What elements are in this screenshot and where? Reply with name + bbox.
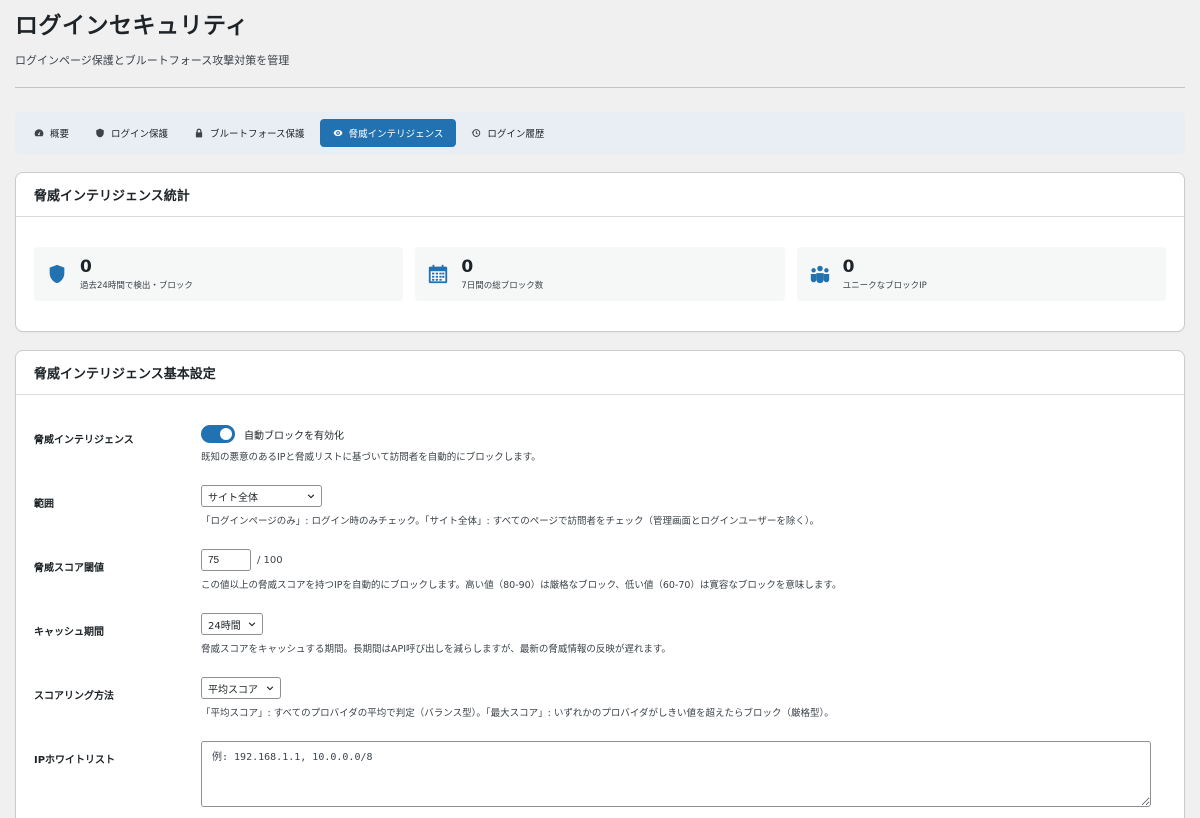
settings-form: 脅威インテリジェンス 自動ブロックを有効化 既知の悪意のあるIPと脅威リストに基… xyxy=(16,395,1184,811)
ip-whitelist-textarea[interactable] xyxy=(201,741,1151,807)
stat-label: ユニークなブロックIP xyxy=(842,280,927,291)
setting-row-scope: 範囲 サイト全体 「ログインページのみ」: ログイン時のみチェック。「サイト全体… xyxy=(34,485,1166,527)
divider xyxy=(15,87,1185,88)
tab-label: 概要 xyxy=(50,129,70,140)
eye-icon xyxy=(333,128,343,138)
page: ログインセキュリティ ログインページ保護とブルートフォース攻撃対策を管理 概要 … xyxy=(0,0,1200,818)
shield-icon xyxy=(95,128,105,138)
stats-card-title: 脅威インテリジェンス統計 xyxy=(16,173,1184,217)
field-label: スコアリング方法 xyxy=(34,691,114,702)
groups-icon xyxy=(809,263,831,285)
field-description: 既知の悪意のあるIPと脅威リストに基づいて訪問者を自動的にブロックします。 xyxy=(201,452,541,463)
setting-row-threat-intel: 脅威インテリジェンス 自動ブロックを有効化 既知の悪意のあるIPと脅威リストに基… xyxy=(34,421,1166,463)
select-value: 平均スコア xyxy=(208,684,258,696)
toggle-label: 自動ブロックを有効化 xyxy=(244,430,344,442)
settings-card: 脅威インテリジェンス基本設定 脅威インテリジェンス 自動ブロックを有効化 既知の… xyxy=(15,350,1185,818)
page-title: ログインセキュリティ xyxy=(15,13,249,39)
history-icon xyxy=(471,128,481,138)
tab-label: ログイン履歴 xyxy=(487,129,545,140)
field-label: キャッシュ期間 xyxy=(34,627,104,638)
chevron-down-icon xyxy=(266,686,274,691)
stat-label: 過去24時間で検出・ブロック xyxy=(80,280,193,291)
tab-bar: 概要 ログイン保護 ブルートフォース保護 脅威インテリジェンス ログイン履歴 xyxy=(15,112,1185,154)
chevron-down-icon xyxy=(248,622,256,627)
toggle-knob xyxy=(220,428,232,440)
field-description: 「ログインページのみ」: ログイン時のみチェック。「サイト全体」: すべてのペー… xyxy=(201,516,820,527)
shield-icon xyxy=(46,263,68,285)
auto-block-toggle[interactable] xyxy=(201,425,235,443)
select-value: サイト全体 xyxy=(208,492,258,504)
cache-duration-select[interactable]: 24時間 xyxy=(201,613,263,635)
select-value: 24時間 xyxy=(208,620,241,632)
tab-threat-intelligence[interactable]: 脅威インテリジェンス xyxy=(319,119,457,147)
threshold-suffix: / 100 xyxy=(257,554,283,566)
dashboard-icon xyxy=(34,128,44,138)
tab-login-protection[interactable]: ログイン保護 xyxy=(84,119,179,147)
stat-blocked-24h: 0 過去24時間で検出・ブロック xyxy=(34,247,404,301)
scope-select[interactable]: サイト全体 xyxy=(201,485,322,507)
tab-label: ログイン保護 xyxy=(111,129,169,140)
tab-login-history[interactable]: ログイン履歴 xyxy=(460,119,555,147)
stat-value: 0 xyxy=(461,256,474,277)
stat-unique-ips: 0 ユニークなブロックIP xyxy=(796,247,1166,301)
stat-blocked-7d: 0 7日間の総ブロック数 xyxy=(415,247,785,301)
chevron-down-icon xyxy=(307,494,315,499)
stat-label: 7日間の総ブロック数 xyxy=(461,280,544,291)
lock-icon xyxy=(194,128,204,138)
setting-row-threshold: 脅威スコア閾値 / 100 この値以上の脅威スコアを持つIPを自動的にブロックし… xyxy=(34,549,1166,591)
page-subtitle: ログインページ保護とブルートフォース攻撃対策を管理 xyxy=(15,54,290,67)
tab-overview[interactable]: 概要 xyxy=(23,119,80,147)
scoring-method-select[interactable]: 平均スコア xyxy=(201,677,281,699)
field-description: この値以上の脅威スコアを持つIPを自動的にブロックします。高い値（80-90）は… xyxy=(201,580,842,591)
tab-brute-force[interactable]: ブルートフォース保護 xyxy=(183,119,316,147)
field-description: 脅威スコアをキャッシュする期間。長期間はAPI呼び出しを減らしますが、最新の脅威… xyxy=(201,644,671,655)
tab-label: 脅威インテリジェンス xyxy=(348,129,444,140)
stat-value: 0 xyxy=(80,256,92,277)
field-label: IPホワイトリスト xyxy=(34,755,116,766)
setting-row-cache: キャッシュ期間 24時間 脅威スコアをキャッシュする期間。長期間はAPI呼び出し… xyxy=(34,613,1166,655)
stats-card: 脅威インテリジェンス統計 0 過去24時間で検出・ブロック 0 7日間の総ブロッ… xyxy=(15,172,1185,332)
stat-value: 0 xyxy=(842,256,855,277)
tab-label: ブルートフォース保護 xyxy=(210,129,305,140)
stats-row: 0 過去24時間で検出・ブロック 0 7日間の総ブロック数 0 ユニークなブロッ… xyxy=(16,217,1184,331)
field-label: 範囲 xyxy=(34,499,54,510)
setting-row-whitelist: IPホワイトリスト xyxy=(34,741,1166,811)
setting-row-scoring: スコアリング方法 平均スコア 「平均スコア」: すべてのプロバイダの平均で判定（… xyxy=(34,677,1166,719)
threshold-input[interactable] xyxy=(201,549,251,571)
field-label: 脅威インテリジェンス xyxy=(34,435,134,446)
field-description: 「平均スコア」: すべてのプロバイダの平均で判定（バランス型）。「最大スコア」:… xyxy=(201,708,834,719)
field-label: 脅威スコア閾値 xyxy=(34,563,104,574)
settings-card-title: 脅威インテリジェンス基本設定 xyxy=(16,351,1184,395)
calendar-icon xyxy=(427,263,449,285)
